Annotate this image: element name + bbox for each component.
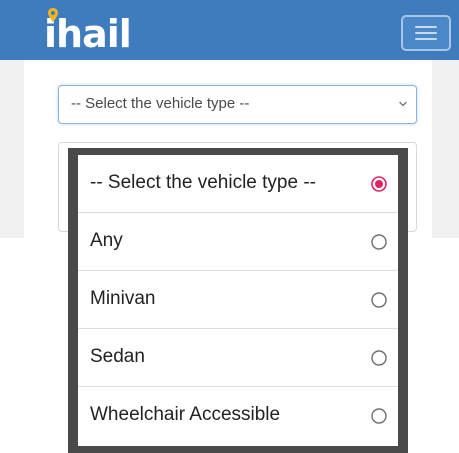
map-pin-icon: [48, 8, 58, 22]
radio-unselected-icon[interactable]: [371, 350, 387, 366]
picker-option-wheelchair-accessible[interactable]: Wheelchair Accessible: [78, 387, 398, 445]
chevron-down-icon: [399, 101, 407, 107]
vehicle-type-select-value: -- Select the vehicle type --: [71, 95, 250, 112]
hamburger-menu-button[interactable]: [401, 15, 451, 51]
vehicle-type-select[interactable]: -- Select the vehicle type --: [58, 85, 417, 124]
picker-option-label: Sedan: [90, 346, 145, 367]
radio-unselected-icon[interactable]: [371, 292, 387, 308]
ihail-logo[interactable]: ihail: [44, 8, 132, 54]
radio-unselected-icon[interactable]: [371, 234, 387, 250]
vehicle-type-picker-dialog: -- Select the vehicle type -- Any Miniva…: [68, 148, 408, 453]
picker-option-sedan[interactable]: Sedan: [78, 329, 398, 387]
radio-selected-icon[interactable]: [371, 176, 387, 192]
radio-unselected-icon[interactable]: [371, 408, 387, 424]
top-navbar: ihail: [0, 0, 459, 60]
picker-option-label: Minivan: [90, 288, 156, 309]
hamburger-icon-bar: [415, 38, 437, 40]
picker-option-select-placeholder[interactable]: -- Select the vehicle type --: [78, 155, 398, 213]
picker-option-label: Wheelchair Accessible: [90, 404, 281, 425]
picker-option-list: -- Select the vehicle type -- Any Miniva…: [78, 155, 398, 446]
picker-option-any[interactable]: Any: [78, 213, 398, 271]
picker-option-label: -- Select the vehicle type --: [90, 172, 316, 193]
picker-option-label: Any: [90, 230, 123, 251]
hamburger-icon-bar: [415, 26, 437, 28]
picker-option-minivan[interactable]: Minivan: [78, 271, 398, 329]
hamburger-icon-bar: [415, 32, 437, 34]
